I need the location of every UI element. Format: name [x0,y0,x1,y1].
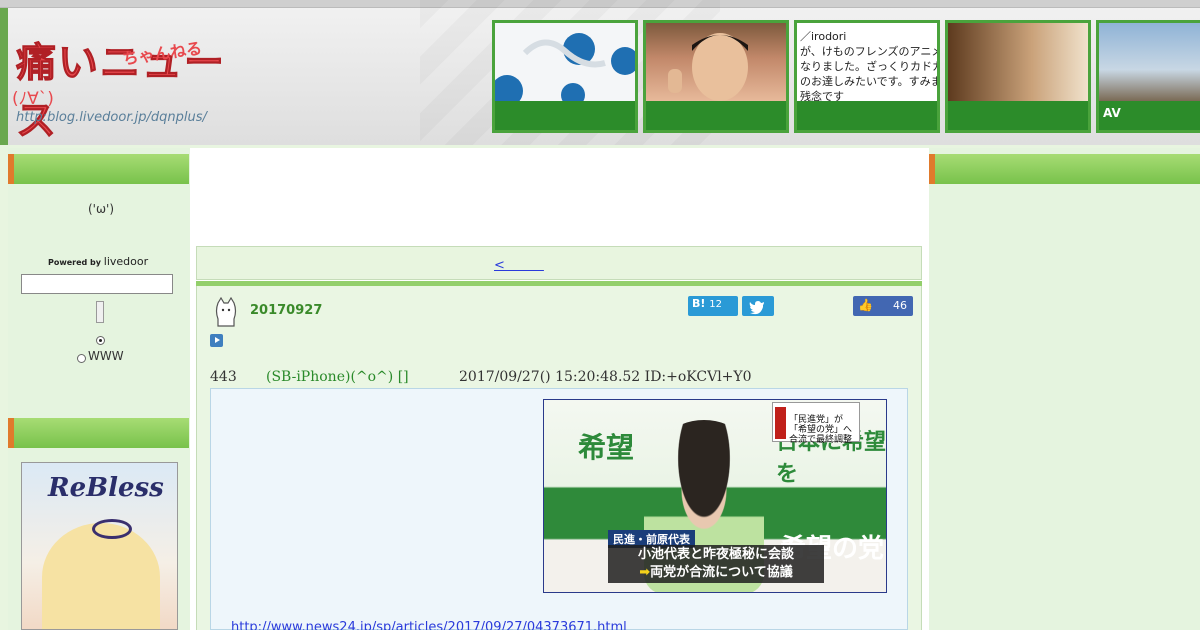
news-ticker-box: 「民進党」が「希望の党」へ 合流で最終調整 [772,402,860,445]
right-sidebar-header-bar [929,154,1200,184]
category-icon [215,297,237,327]
caption-line-2: ➡両党が合流について協議 [608,564,824,582]
facebook-like-button[interactable]: 👍 46 [853,296,913,316]
twitter-share-button[interactable] [742,296,774,316]
res-number: 443 [210,369,237,385]
sidebar-face[interactable]: ('ω') [88,202,114,216]
portrait-graphic [668,33,748,101]
world-map-graphic [495,33,635,107]
related-thumbnail-5[interactable]: AV [1096,20,1200,133]
powered-label: Powered by [48,258,101,267]
book-ad-banner[interactable]: ReBless [21,462,178,630]
right-sidebar [928,148,1200,630]
hatena-icon: B! [692,297,706,310]
search-input[interactable] [21,274,173,294]
pager-bar [196,246,922,280]
source-article-link[interactable]: http://www.news24.jp/sp/articles/2017/09… [231,620,627,630]
post-date: 20170927 [250,303,323,318]
ticker-tag [775,407,786,439]
thumbnail-caption [646,101,786,130]
related-thumbnail-2[interactable] [643,20,789,133]
site-header: 痛いニュース ちゃんねる (ﾉ∀`) http:blog.livedoor.jp… [0,0,1200,145]
book-ribbon-art [92,519,132,539]
logo-url: http:blog.livedoor.jp/dqnplus/ [16,110,207,125]
banner-left-text: 希望 [578,431,635,464]
header-left-stripe [0,8,8,145]
like-count: 46 [893,299,907,312]
thumbnail-caption [948,101,1088,130]
book-title: ReBless [48,473,164,503]
livedoor-brand: livedoor [103,255,149,268]
twitter-bird-icon [749,301,764,315]
search-button[interactable] [96,301,104,323]
arrow-icon: ➡ [639,565,651,580]
site-logo[interactable]: 痛いニュース ちゃんねる (ﾉ∀`) http:blog.livedoor.jp… [12,24,232,145]
hatena-bookmark-button[interactable]: B! 12 [688,296,738,316]
thumbnail-caption [495,101,635,130]
powered-by-livedoor[interactable]: Powered by livedoor [48,255,148,268]
thumbnail-image [495,23,635,107]
res-name: (SB-iPhone)(^o^) [] [266,369,409,385]
play-icon[interactable] [210,334,223,347]
news-caption: 小池代表と昨夜極秘に会談 ➡両党が合流について協議 [608,545,824,583]
thumbnail-text: ／irodori が、けものフレンズのアニメ なりました。ざっくりカドカ のお達… [797,23,937,103]
related-thumbnail-1[interactable] [492,20,638,133]
logo-face: (ﾉ∀`) [12,89,54,109]
thumbnail-caption: AV [1099,101,1200,130]
thumbnail-image [948,23,1088,101]
thumbnail-image [1099,23,1200,101]
radio-www-label: WWW [88,349,124,363]
previous-article-link[interactable]: < [494,254,544,273]
ticker-text: 「民進党」が「希望の党」へ 合流で最終調整 [789,415,853,445]
thumbnail-image [646,23,786,101]
caption-line-2-text: 両党が合流について協議 [650,565,793,580]
left-sidebar-header-bar [8,154,189,184]
thumbs-up-icon: 👍 [858,298,873,312]
search-scope-blog-radio[interactable] [96,336,105,345]
book-character-art [42,523,160,629]
caption-line-1: 小池代表と昨夜極秘に会談 [637,547,794,562]
related-thumbnail-4[interactable] [945,20,1091,133]
search-scope-www-radio[interactable] [77,354,86,363]
hatena-count: 12 [709,299,722,310]
res-datetime: 2017/09/27() 15:20:48.52 ID:+oKCVl+Y0 [459,369,752,385]
thumbnail-caption [797,101,937,130]
news-screenshot-image[interactable]: 希望 日本に希望を 希望の党 「民進党」が「希望の党」へ 合流で最終調整 民進・… [543,399,887,593]
left-sidebar-section-bar [8,418,189,448]
related-thumbnail-3[interactable]: ／irodori が、けものフレンズのアニメ なりました。ざっくりカドカ のお達… [794,20,940,133]
